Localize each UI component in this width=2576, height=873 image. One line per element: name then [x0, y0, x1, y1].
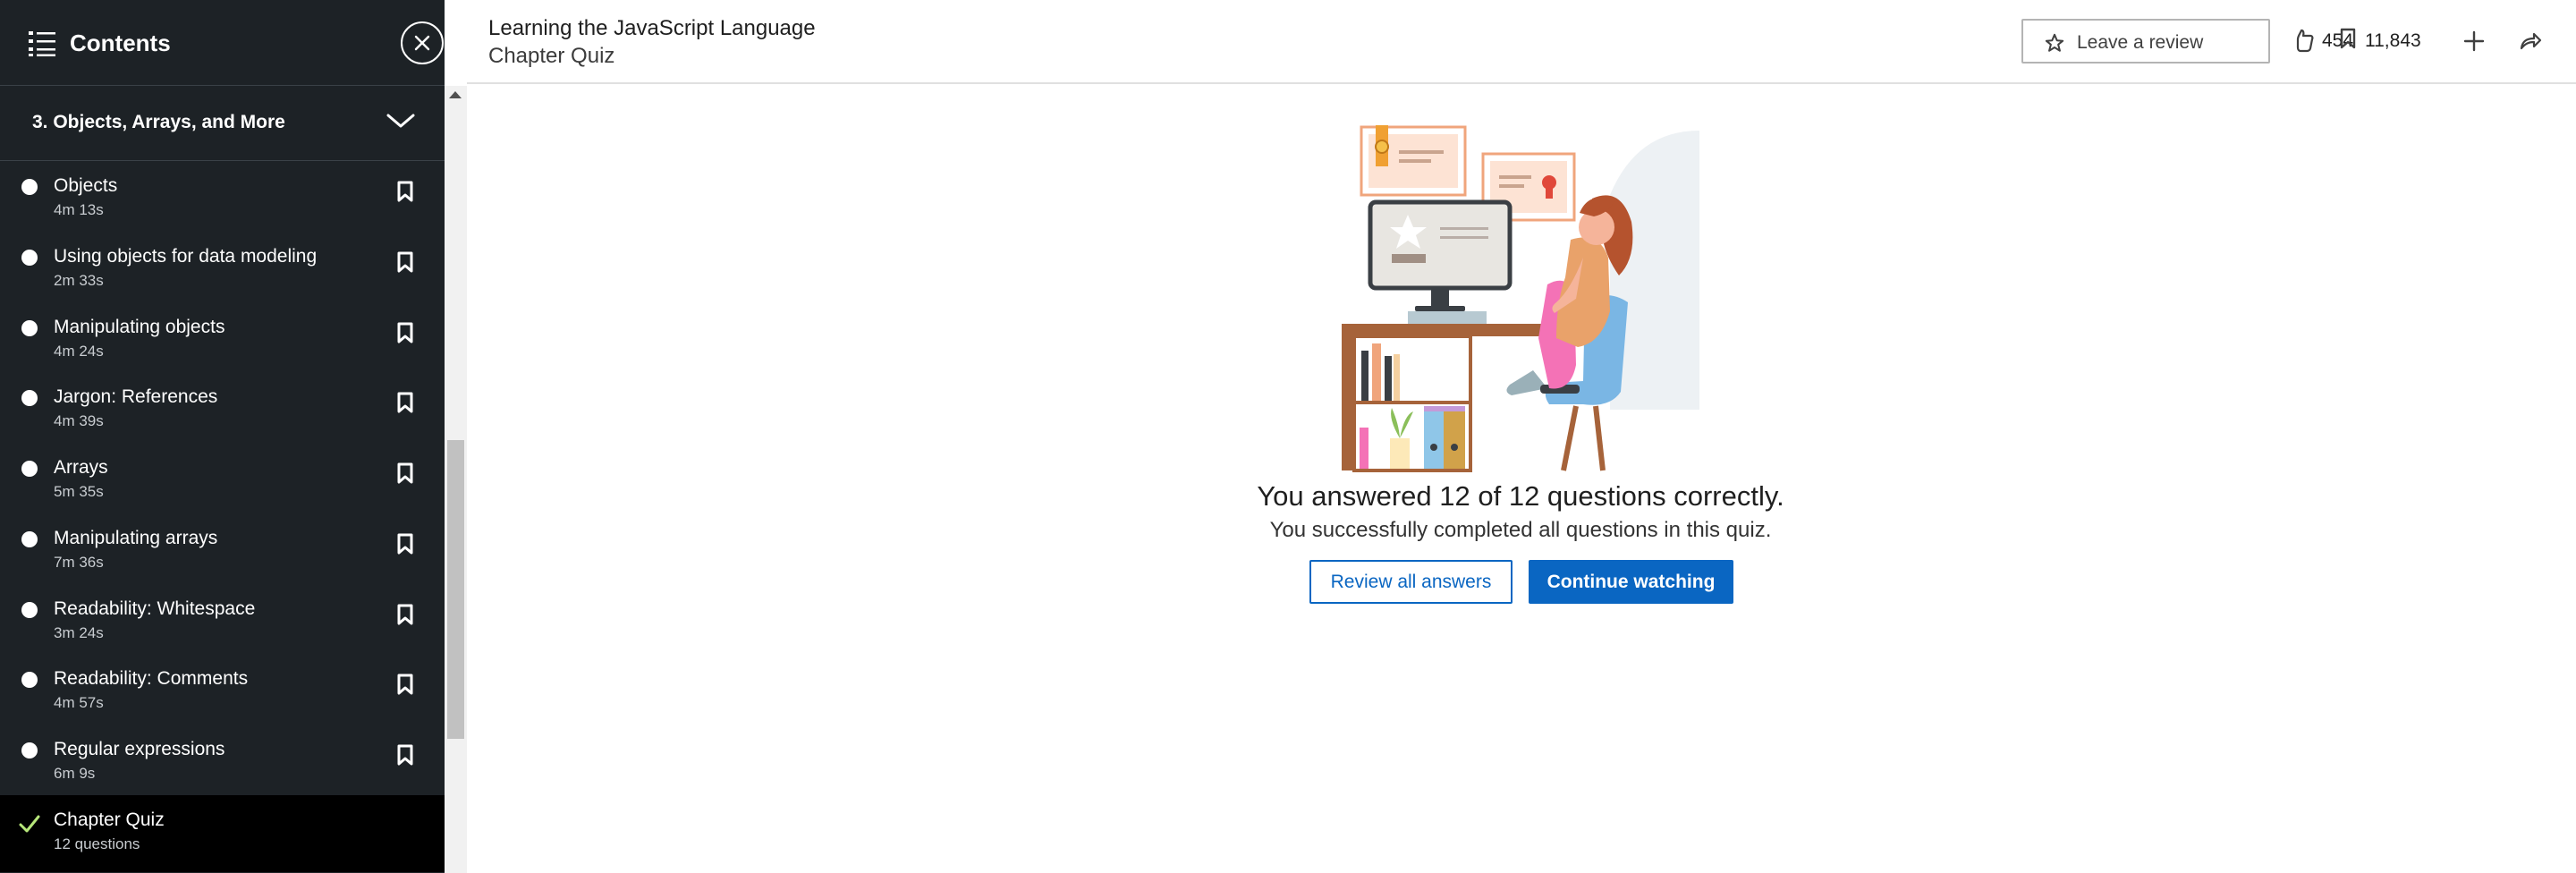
item-title: Regular expressions — [54, 739, 225, 759]
item-title: Manipulating arrays — [54, 527, 218, 548]
sidebar-item-regular-expressions[interactable]: Regular expressions 6m 9s — [0, 725, 445, 795]
quiz-complete-illustration — [1342, 125, 1699, 472]
progress-dot-icon — [21, 390, 38, 407]
item-duration: 3m 24s — [54, 623, 104, 641]
quiz-result-heading: You answered 12 of 12 questions correctl… — [1257, 480, 1784, 512]
item-title: Arrays — [54, 457, 108, 478]
sidebar-title: Contents — [70, 30, 171, 56]
sidebar-item-using-objects[interactable]: Using objects for data modeling 2m 33s — [0, 232, 445, 302]
item-title: Jargon: References — [54, 386, 218, 408]
item-title: Readability: Comments — [54, 668, 249, 690]
item-duration: 4m 39s — [54, 412, 104, 430]
top-bar: Learning the JavaScript Language Chapter… — [467, 0, 2576, 84]
bookmark-icon[interactable] — [397, 744, 413, 766]
item-title: Using objects for data modeling — [54, 245, 318, 267]
progress-dot-icon — [21, 530, 38, 547]
item-subtitle: 12 questions — [54, 835, 140, 852]
review-all-answers-button[interactable]: Review all answers — [1309, 560, 1513, 604]
sidebar-item-manipulating-arrays[interactable]: Manipulating arrays 7m 36s — [0, 513, 445, 584]
progress-dot-icon — [21, 672, 38, 689]
plus-icon[interactable] — [2463, 30, 2485, 52]
item-duration: 7m 36s — [54, 553, 104, 571]
scrollbar-thumb[interactable] — [447, 440, 464, 739]
item-title: Manipulating objects — [54, 316, 225, 337]
progress-dot-icon — [21, 461, 38, 477]
save-count: 11,843 — [2365, 30, 2421, 51]
chapter-title: Chapter Quiz — [488, 44, 615, 68]
item-duration: 6m 9s — [54, 765, 96, 782]
sidebar-item-readability-comments[interactable]: Readability: Comments 4m 57s — [0, 654, 445, 725]
progress-dot-icon — [21, 179, 38, 195]
bookmark-icon[interactable] — [397, 322, 413, 343]
item-duration: 2m 33s — [54, 271, 104, 289]
item-duration: 4m 13s — [54, 201, 104, 218]
like-icon[interactable] — [2293, 28, 2315, 53]
item-duration: 5m 35s — [54, 483, 104, 500]
course-title[interactable]: Learning the JavaScript Language — [488, 14, 816, 43]
close-sidebar-button[interactable] — [401, 21, 444, 64]
chevron-down-icon — [386, 114, 415, 128]
sidebar-item-chapter-quiz[interactable]: Chapter Quiz 12 questions — [0, 794, 445, 872]
contents-sidebar: Contents 3. Objects, Arrays, and More Ob… — [0, 0, 445, 873]
bookmark-icon[interactable] — [397, 392, 413, 413]
leave-review-button[interactable]: Leave a review — [2021, 19, 2270, 64]
progress-dot-icon — [21, 601, 38, 618]
progress-dot-icon — [21, 742, 38, 759]
item-title: Readability: Whitespace — [54, 598, 256, 619]
sidebar-scrollbar[interactable] — [445, 86, 467, 873]
section-title: 3. Objects, Arrays, and More — [32, 112, 285, 132]
bookmark-icon[interactable] — [397, 604, 413, 625]
bookmark-icon[interactable] — [397, 251, 413, 273]
item-duration: 4m 57s — [54, 694, 104, 712]
item-duration: 4m 24s — [54, 342, 104, 360]
bookmark-icon[interactable] — [397, 533, 413, 555]
continue-watching-button[interactable]: Continue watching — [1529, 560, 1733, 604]
checkmark-icon — [19, 815, 40, 833]
bookmark-icon[interactable] — [397, 181, 413, 202]
list-icon — [29, 31, 55, 56]
close-icon — [414, 35, 430, 51]
scroll-up-arrow-icon[interactable] — [449, 91, 462, 98]
sidebar-item-readability-whitespace[interactable]: Readability: Whitespace 3m 24s — [0, 584, 445, 655]
item-title: Chapter Quiz — [54, 809, 165, 830]
sidebar-item-list: Objects 4m 13s Using objects for data mo… — [0, 161, 445, 872]
sidebar-item-manipulating-objects[interactable]: Manipulating objects 4m 24s — [0, 302, 445, 373]
quiz-result-subtext: You successfully completed all questions… — [1269, 518, 1772, 542]
bookmark-icon[interactable] — [2340, 28, 2356, 49]
bookmark-icon[interactable] — [397, 462, 413, 484]
progress-dot-icon — [21, 319, 38, 336]
star-icon — [2045, 33, 2064, 52]
sidebar-item-objects[interactable]: Objects 4m 13s — [0, 161, 445, 232]
progress-dot-icon — [21, 249, 38, 266]
sidebar-header: Contents — [0, 0, 445, 86]
leave-review-label: Leave a review — [2077, 32, 2204, 53]
bookmark-icon[interactable] — [397, 674, 413, 695]
chapter-section-header[interactable]: 3. Objects, Arrays, and More — [0, 86, 445, 161]
item-title: Objects — [54, 175, 118, 196]
sidebar-item-arrays[interactable]: Arrays 5m 35s — [0, 443, 445, 513]
sidebar-item-jargon-references[interactable]: Jargon: References 4m 39s — [0, 372, 445, 443]
share-icon[interactable] — [2519, 30, 2542, 52]
